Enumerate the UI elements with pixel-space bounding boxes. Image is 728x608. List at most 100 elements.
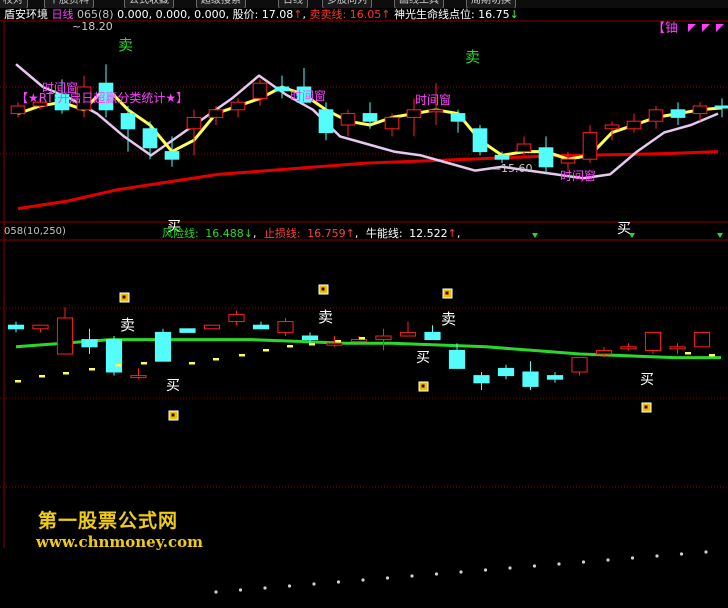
red-ma-line xyxy=(17,150,719,211)
candle-body xyxy=(693,331,711,348)
candle-body xyxy=(326,342,343,346)
lower-code: 058 xyxy=(4,226,23,237)
sell-marker: 卖 xyxy=(441,310,456,328)
candle-body xyxy=(714,105,728,109)
candle-body xyxy=(560,158,576,164)
candle-body xyxy=(582,132,598,160)
low-price-label: —15.60 xyxy=(490,162,533,175)
candle-body xyxy=(494,154,510,160)
dash-mark xyxy=(63,372,69,375)
candle-body xyxy=(120,113,136,130)
dot-marker xyxy=(361,578,365,582)
candle-body xyxy=(497,367,515,377)
dash-mark xyxy=(709,354,715,357)
signal-box-core xyxy=(644,405,648,409)
candle-body xyxy=(32,324,49,330)
sell-marker: 卖 xyxy=(120,316,135,334)
dot-marker xyxy=(679,552,684,556)
signal-box-core xyxy=(421,384,425,388)
high-price-value: 18.20 xyxy=(81,20,113,33)
candle-body xyxy=(228,313,245,323)
dash-mark xyxy=(287,345,293,348)
candle-body xyxy=(186,116,202,130)
candle-body xyxy=(546,375,564,380)
candle-body xyxy=(340,113,356,126)
stop-line-label: 止损线: xyxy=(264,226,301,240)
candle-body xyxy=(274,86,290,92)
bull-up-arrow: ↑ xyxy=(448,227,457,240)
candle-body xyxy=(252,82,268,99)
signal-box-core xyxy=(122,295,126,299)
dot-marker xyxy=(312,582,316,586)
chart-window: 校对 个股资料 公式收藏 超级搜索 日线 多股同列 画线工具 周期切换 盾安环境… xyxy=(0,0,728,608)
candle-body xyxy=(399,331,417,337)
dot-marker xyxy=(434,572,439,576)
watermark-title: 第一股票公式网 xyxy=(38,510,179,532)
dash-mark xyxy=(335,340,341,343)
candle-body xyxy=(81,339,98,348)
buy-marker: 买 xyxy=(640,372,654,388)
dash-mark xyxy=(309,343,315,346)
watermark-url[interactable]: www.chnmoney.com xyxy=(36,533,203,551)
signal-box-core xyxy=(171,413,175,417)
dash-mark xyxy=(89,368,95,371)
candle-body xyxy=(424,331,441,341)
dash-mark xyxy=(263,349,269,352)
dot-marker xyxy=(704,550,708,554)
candle-body xyxy=(604,124,620,130)
candle-body xyxy=(203,324,221,330)
candle-body xyxy=(208,109,224,118)
candle-body xyxy=(301,335,319,341)
dot-marker xyxy=(263,586,267,590)
dash-mark xyxy=(115,364,121,367)
candle-body xyxy=(644,331,662,351)
candle-body xyxy=(448,349,466,369)
upper-panel xyxy=(10,63,728,211)
dash-mark xyxy=(213,358,219,361)
dot-marker xyxy=(655,554,659,558)
stop-up-arrow: ↑ xyxy=(346,227,355,240)
dash-mark xyxy=(239,354,245,357)
risk-line-label: 风险线: xyxy=(162,226,199,240)
dot-marker xyxy=(630,556,635,560)
candle-body xyxy=(538,147,554,168)
candle-body xyxy=(670,109,686,118)
bull-line-label: 牛能线: xyxy=(366,226,403,240)
candle-body xyxy=(10,105,26,115)
dot-marker xyxy=(287,584,292,588)
dash-mark xyxy=(39,375,45,378)
dash-mark xyxy=(359,337,365,340)
time-window-marker: 时间窗 xyxy=(42,81,78,95)
time-window-marker: 时间窗 xyxy=(415,93,451,107)
candle-body xyxy=(626,120,642,130)
candle-body xyxy=(252,324,270,330)
candle-body xyxy=(472,128,488,153)
signal-box-core xyxy=(321,287,325,291)
dot-marker xyxy=(410,574,414,578)
high-price-label: ~18.20 xyxy=(72,20,113,33)
sell-marker: 卖 xyxy=(118,36,133,54)
lower-params: (10,250) xyxy=(23,226,66,237)
sell-marker: 卖 xyxy=(465,48,480,66)
dot-marker xyxy=(214,590,218,594)
dash-mark xyxy=(189,362,195,365)
candle-body xyxy=(428,109,444,113)
risk-line-readout: 风险线: 16.488↓, 止损线: 16.759↑, 牛能线: 12.522↑… xyxy=(162,226,460,240)
risk-line-value: 16.488 xyxy=(205,227,244,240)
candle-body xyxy=(406,109,422,118)
candle-body xyxy=(142,128,158,149)
candle-body xyxy=(595,349,613,355)
candle-body xyxy=(179,328,196,333)
candle-body xyxy=(277,321,294,333)
candle-body xyxy=(648,109,664,122)
candle-body xyxy=(56,317,74,355)
time-window-marker: 时间窗 xyxy=(560,169,596,183)
candle-body xyxy=(362,113,378,122)
risk-down-arrow: ↓ xyxy=(244,227,253,240)
buy-marker: 买 xyxy=(166,378,180,394)
dash-mark xyxy=(141,362,147,365)
candle-body xyxy=(164,151,180,160)
lower-header: 058(10,250) xyxy=(4,226,66,237)
signal-box-core xyxy=(445,291,449,295)
down-arrow-icon xyxy=(717,233,723,238)
